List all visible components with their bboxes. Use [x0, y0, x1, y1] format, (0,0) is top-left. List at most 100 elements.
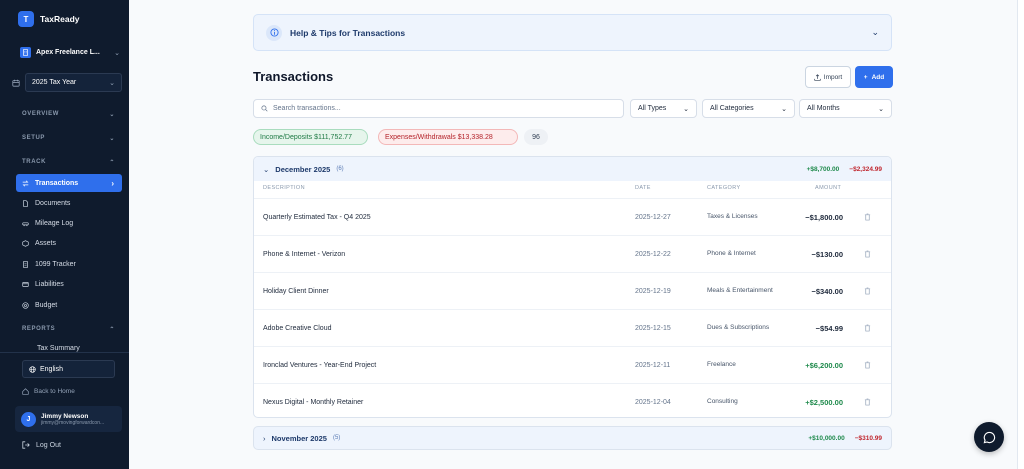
sidebar-item-label: Mileage Log	[35, 219, 74, 227]
table-row[interactable]: Ironclad Ventures - Year-End Project 202…	[254, 346, 891, 383]
car-icon	[22, 221, 29, 226]
trash-icon[interactable]	[864, 213, 871, 221]
brand-logo: T	[18, 11, 34, 27]
sidebar-item-label: Liabilities	[35, 280, 64, 288]
column-header-category: CATEGORY	[707, 185, 741, 191]
month-filter-value: All Months	[807, 105, 840, 112]
section-label: TRACK	[22, 159, 46, 165]
row-category: Meals & Entertainment	[707, 287, 773, 295]
sidebar-item-label: Documents	[35, 199, 71, 207]
import-button[interactable]: Import	[805, 66, 851, 88]
month-count: (6)	[336, 166, 344, 172]
building-icon	[20, 47, 31, 58]
month-income: +$8,700.00	[806, 165, 840, 173]
chevron-right-icon: ›	[263, 433, 266, 443]
row-description: Ironclad Ventures - Year-End Project	[263, 361, 377, 369]
section-track[interactable]: TRACK ⌃	[22, 159, 115, 166]
trash-icon[interactable]	[864, 361, 871, 369]
logout-button[interactable]: Log Out	[22, 441, 61, 449]
sidebar-item-assets[interactable]: Assets	[16, 234, 122, 252]
row-amount: +$6,200.00	[805, 360, 843, 370]
plus-icon: +	[863, 73, 868, 81]
row-date: 2025-12-11	[635, 361, 671, 369]
sidebar-item-1099-tracker[interactable]: 1099 Tracker	[16, 255, 122, 273]
chat-button[interactable]	[974, 422, 1004, 452]
user-card[interactable]: J Jimmy Newson jimmy@movingforwardcon...	[15, 406, 122, 432]
chevron-down-icon: ⌄	[781, 105, 787, 113]
trash-icon[interactable]	[864, 250, 871, 258]
table-row[interactable]: Nexus Digital - Monthly Retainer 2025-12…	[254, 383, 891, 417]
brand-name: TaxReady	[40, 14, 80, 24]
chevron-down-icon: ⌄	[683, 105, 689, 113]
expense-chip[interactable]: Expenses/Withdrawals $13,338.28	[378, 129, 518, 145]
tax-year-value: 2025 Tax Year	[32, 79, 77, 86]
row-description: Quarterly Estimated Tax - Q4 2025	[263, 213, 371, 221]
user-name: Jimmy Newson	[41, 412, 89, 420]
sidebar-item-documents[interactable]: Documents	[16, 194, 122, 212]
home-icon	[22, 388, 29, 395]
user-email: jimmy@movingforwardcon...	[41, 419, 105, 426]
table-row[interactable]: Phone & Internet - Verizon 2025-12-22 Ph…	[254, 235, 891, 272]
globe-icon	[29, 365, 36, 373]
type-filter[interactable]: All Types ⌄	[630, 99, 697, 118]
language-select[interactable]: English	[22, 360, 115, 378]
sidebar-item-mileage-log[interactable]: Mileage Log	[16, 214, 122, 232]
document-icon	[23, 199, 28, 207]
section-label: SETUP	[22, 135, 46, 141]
trash-icon[interactable]	[864, 324, 871, 332]
tax-year-select[interactable]: 2025 Tax Year ⌄	[25, 73, 122, 92]
section-setup[interactable]: SETUP ⌄	[22, 135, 115, 142]
income-chip[interactable]: Income/Deposits $111,752.77	[253, 129, 368, 145]
sidebar-item-label: Tax Summary	[37, 345, 80, 352]
info-icon	[266, 24, 282, 41]
user-info: Jimmy Newson jimmy@movingforwardcon...	[41, 413, 119, 426]
month-group-november[interactable]: › November 2025 (5) +$10,000.00 −$310.99	[253, 426, 892, 450]
scrollbar-track[interactable]	[1017, 0, 1024, 469]
search-icon	[261, 105, 268, 112]
month-header[interactable]: ⌄ December 2025 (6) +$8,700.00 −$2,324.9…	[254, 157, 891, 181]
section-overview[interactable]: OVERVIEW ⌄	[22, 111, 115, 118]
row-category: Consulting	[707, 398, 738, 406]
category-filter-value: All Categories	[710, 105, 754, 112]
add-button[interactable]: + Add	[855, 66, 893, 88]
row-amount: −$340.00	[811, 286, 844, 296]
sidebar-item-label: Transactions	[35, 179, 79, 187]
column-header-description: DESCRIPTION	[263, 185, 305, 191]
row-category: Freelance	[707, 361, 736, 369]
row-amount: −$130.00	[811, 249, 844, 259]
search-placeholder: Search transactions...	[273, 105, 341, 112]
chevron-down-icon: ⌄	[871, 27, 879, 37]
sidebar-item-budget[interactable]: Budget	[16, 296, 122, 314]
category-filter[interactable]: All Categories ⌄	[702, 99, 795, 118]
trash-icon[interactable]	[864, 398, 871, 406]
month-filter[interactable]: All Months ⌄	[799, 99, 892, 118]
back-home-link[interactable]: Back to Home	[22, 388, 75, 395]
table-row[interactable]: Adobe Creative Cloud 2025-12-15 Dues & S…	[254, 309, 891, 346]
trash-icon[interactable]	[864, 287, 871, 295]
month-expense: −$310.99	[854, 434, 882, 442]
org-switcher[interactable]: Apex Freelance L... ⌄	[20, 47, 120, 58]
sidebar-item-label: Assets	[35, 239, 57, 247]
calendar-icon	[12, 74, 20, 92]
row-date: 2025-12-15	[635, 324, 671, 332]
section-reports[interactable]: REPORTS ⌃	[22, 326, 115, 333]
target-icon	[22, 301, 29, 309]
sidebar-item-transactions[interactable]: Transactions ›	[16, 174, 122, 192]
month-expense: −$2,324.99	[849, 165, 882, 173]
brand[interactable]: T TaxReady	[18, 11, 80, 27]
chevron-down-icon: ⌄	[878, 105, 884, 113]
sidebar-divider	[0, 352, 129, 353]
page-title: Transactions	[253, 69, 334, 84]
column-header-date: DATE	[635, 185, 651, 191]
table-row[interactable]: Quarterly Estimated Tax - Q4 2025 2025-1…	[254, 198, 891, 235]
table-row[interactable]: Holiday Client Dinner 2025-12-19 Meals &…	[254, 272, 891, 309]
month-group-december: ⌄ December 2025 (6) +$8,700.00 −$2,324.9…	[253, 156, 892, 418]
tax-year-row: 2025 Tax Year ⌄	[12, 73, 122, 92]
sidebar-item-tax-summary[interactable]: Tax Summary	[16, 341, 122, 352]
help-banner[interactable]: Help & Tips for Transactions ⌄	[253, 14, 892, 51]
sidebar-item-liabilities[interactable]: Liabilities	[16, 275, 122, 293]
add-label: Add	[871, 73, 885, 81]
search-input[interactable]: Search transactions...	[253, 99, 624, 118]
row-date: 2025-12-22	[635, 250, 671, 258]
row-description: Holiday Client Dinner	[263, 287, 329, 295]
